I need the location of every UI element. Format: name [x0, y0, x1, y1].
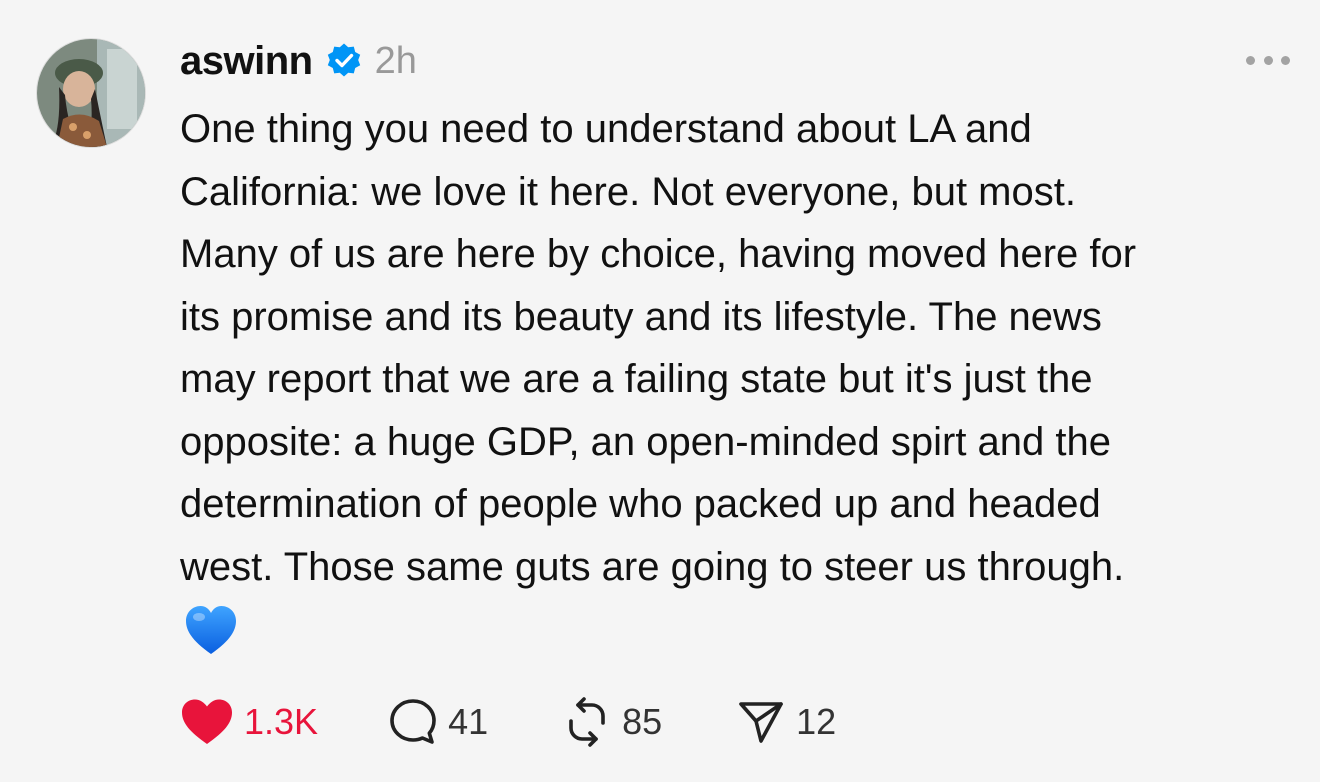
repost-count: 85	[622, 701, 663, 742]
action-bar: 1.3K 41 85 12	[180, 692, 836, 752]
more-options-icon[interactable]	[1246, 50, 1290, 70]
post-text-line: may report that we are a failing state b…	[180, 357, 1093, 401]
post-text-line: determination of people who packed up an…	[180, 482, 1101, 526]
post-text-line: west. Those same guts are going to steer…	[180, 544, 1125, 589]
send-icon	[739, 702, 783, 743]
comment-icon	[390, 699, 436, 744]
share-button[interactable]: 12	[736, 697, 836, 747]
heart-filled-icon	[182, 699, 232, 744]
like-count: 1.3K	[244, 701, 319, 742]
repost-icon	[569, 697, 605, 747]
post-text-line: its promise and its beauty and its lifes…	[180, 294, 1102, 339]
like-button[interactable]: 1.3K	[180, 698, 318, 746]
repost-button[interactable]: 85	[562, 697, 662, 747]
post-text-line: Many of us are here by choice, having mo…	[180, 232, 1137, 276]
reply-button[interactable]: 41	[388, 697, 488, 747]
post-body: One thing you need to understand about L…	[180, 98, 1295, 598]
verified-badge-icon	[325, 42, 363, 80]
avatar[interactable]	[36, 38, 146, 148]
avatar-image	[37, 39, 145, 147]
reply-count: 41	[448, 701, 489, 742]
post-text-line: California: we love it here. Not everyon…	[180, 169, 1076, 214]
post-header: aswinn 2h	[180, 36, 417, 86]
post-text-line: opposite: a huge GDP, an open-minded spi…	[180, 419, 1112, 464]
blue-heart-icon	[184, 604, 238, 658]
post-timestamp: 2h	[374, 39, 417, 82]
post-text-line: One thing you need to understand about L…	[180, 107, 1032, 151]
share-count: 12	[796, 701, 837, 742]
thread-post: aswinn 2h One thing you need to understa…	[0, 0, 1320, 782]
username[interactable]: aswinn	[180, 39, 313, 84]
